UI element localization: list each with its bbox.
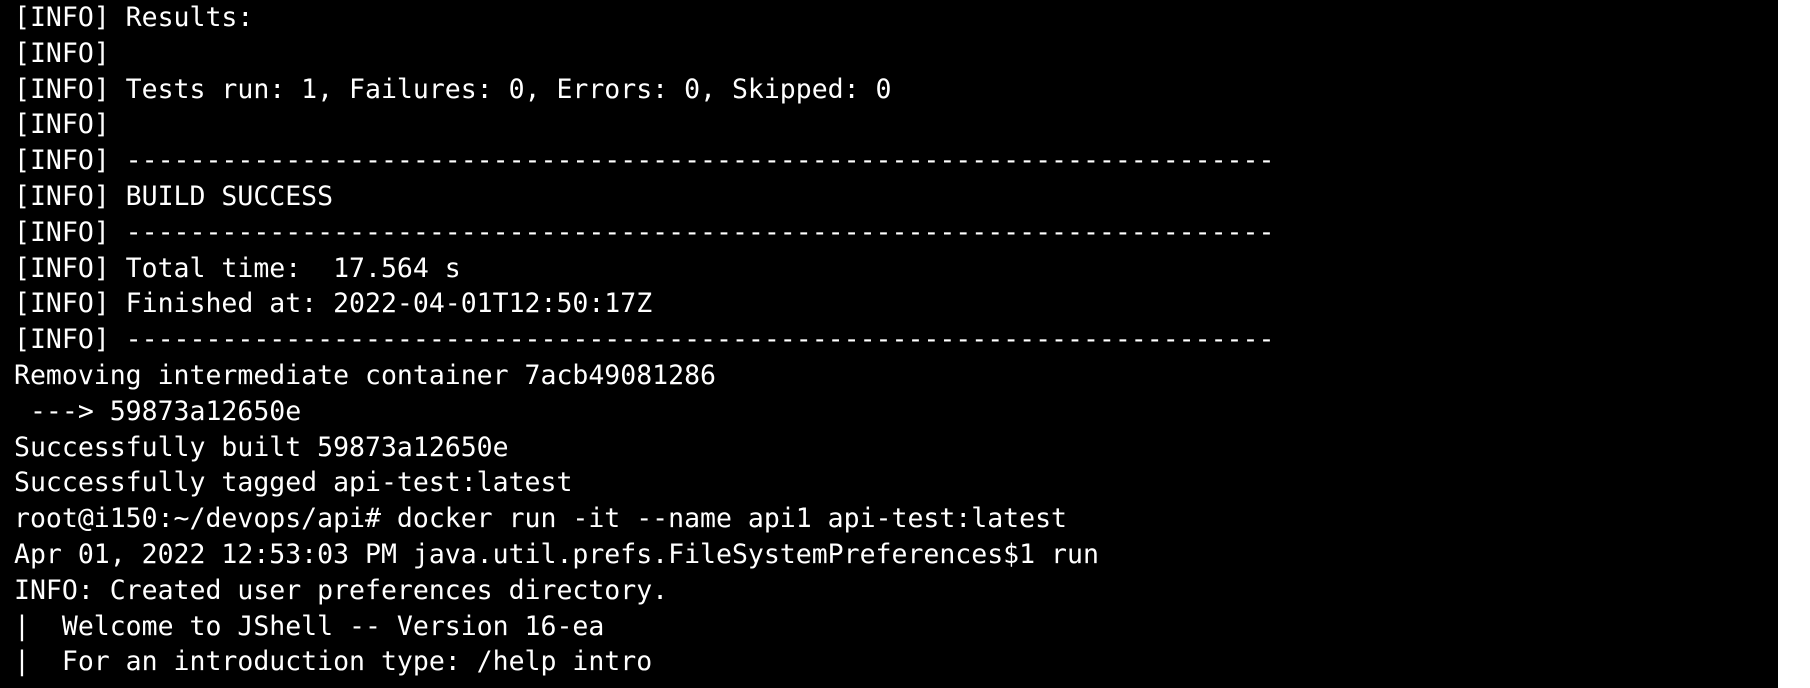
terminal-line: [INFO]: [14, 37, 110, 69]
window-edge: [1778, 0, 1810, 688]
terminal-line: [INFO] ---------------------------------…: [14, 216, 1275, 248]
terminal-line: Apr 01, 2022 12:53:03 PM java.util.prefs…: [14, 538, 1099, 570]
terminal-output[interactable]: [INFO] Results: [INFO] [INFO] Tests run:…: [14, 0, 1804, 680]
terminal-line: INFO: Created user preferences directory…: [14, 574, 669, 606]
terminal-line: [INFO] BUILD SUCCESS: [14, 180, 334, 212]
terminal-line: Removing intermediate container 7acb4908…: [14, 359, 716, 391]
terminal-line: ---> 59873a12650e: [14, 395, 302, 427]
terminal-line: [INFO] Finished at: 2022-04-01T12:50:17Z: [14, 288, 653, 320]
terminal-window[interactable]: [INFO] Results: [INFO] [INFO] Tests run:…: [0, 0, 1810, 688]
terminal-line: [INFO] ---------------------------------…: [14, 324, 1275, 356]
terminal-line: [INFO] Tests run: 1, Failures: 0, Errors…: [14, 73, 892, 105]
terminal-line: [INFO] Results:: [14, 2, 254, 33]
terminal-line: [INFO] Total time: 17.564 s: [14, 252, 461, 284]
terminal-line: [INFO]: [14, 109, 110, 141]
terminal-line: Successfully built 59873a12650e: [14, 431, 509, 463]
terminal-line: Successfully tagged api-test:latest: [14, 467, 573, 499]
terminal-command-line: root@i150:~/devops/api# docker run -it -…: [14, 503, 1067, 535]
terminal-line: [INFO] ---------------------------------…: [14, 145, 1275, 177]
terminal-line: | Welcome to JShell -- Version 16-ea: [14, 610, 605, 642]
terminal-line: | For an introduction type: /help intro: [14, 646, 653, 678]
